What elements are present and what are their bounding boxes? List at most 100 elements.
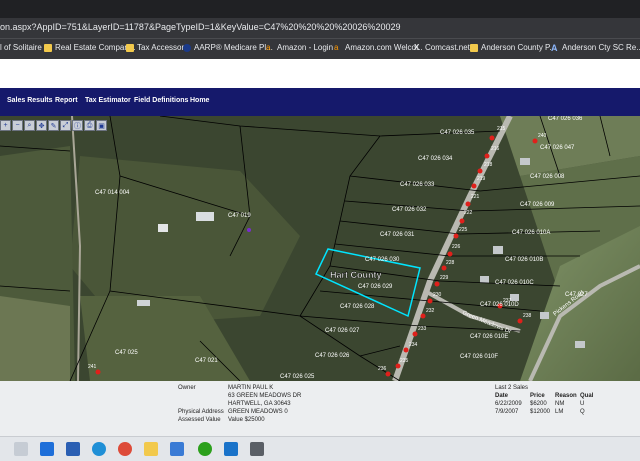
sales-title: Last 2 Sales [495,385,529,391]
marker-label: 232 [426,308,435,314]
anderson-icon: A [551,42,558,53]
measure-icon[interactable]: ✎ [48,120,59,131]
pan-icon[interactable]: ✥ [36,120,47,131]
sale-qual: U [580,401,585,407]
bookmark-label: Amazon - Login [277,43,334,52]
app-icon[interactable] [250,442,264,456]
task-view-icon[interactable] [14,442,28,456]
marker-label: 238 [523,313,532,319]
edge-icon[interactable] [92,442,106,456]
url-text: on.aspx?AppID=751&LayerID=11787&PageType… [0,22,401,32]
parcel-label: C47 026 032 [392,207,427,213]
sale-qual: Q [580,409,585,415]
parcel-label: C47 026 010E [470,334,508,340]
marker-label: 222 [464,210,473,216]
zoom-out-icon[interactable]: − [12,120,23,131]
bookmark-label: Amazon.com Welco... [345,43,423,52]
parcel-label: C47 026 029 [358,284,393,290]
magnify-icon[interactable]: ⌕ [24,120,35,131]
building [520,158,530,165]
clearing-area [0,296,70,381]
bookmark-anderson-sc[interactable]: A Anderson Cty SC Re... [551,43,640,52]
parcel-label: C47 026 010F [460,354,498,360]
sales-header-qual: Qual [580,393,594,399]
bookmark-label: l of Solitaire [0,43,42,52]
parcel-label: C47 026 026 [315,353,350,359]
marker-label: 226 [452,244,461,250]
map-canvas: 215 216 218 219 221 222 225 226 228 229 … [0,116,640,381]
amazon-icon: a [334,42,339,52]
nav-report[interactable]: Report [55,97,78,104]
bookmarks-bar: l of Solitaire Real Estate Compan... Tax… [0,38,640,59]
marker-label: 234 [409,342,418,348]
building [510,294,519,301]
building [480,276,489,283]
parcel-label: C47 026 034 [418,156,453,162]
parcel-label: C47 026 028 [340,304,375,310]
app-icon[interactable] [224,442,238,456]
owner-name: MARTIN PAUL K [228,385,274,391]
bookmark-real-estate[interactable]: Real Estate Compan... [44,43,135,52]
marker-label: 219 [477,176,486,182]
sale-reason: LM [555,409,564,415]
parcel-label: C47 026 010B [505,257,543,263]
full-extent-icon[interactable]: ⤢ [60,120,71,131]
parcel-label: C47 026 033 [400,182,435,188]
marker-label: 228 [446,260,455,266]
building [575,341,585,348]
owner-label: Owner [178,385,196,391]
zoom-in-icon[interactable]: + [0,120,11,131]
nav-tax-estimator[interactable]: Tax Estimator [85,97,131,104]
windows-taskbar [0,436,640,461]
folder-icon [126,43,134,52]
bookmark-tax-accessors[interactable]: Tax Accessors [126,43,188,52]
parcel-info-panel: Owner MARTIN PAUL K 63 GREEN MEADOWS DR … [0,381,640,436]
quickbooks-icon[interactable] [198,442,212,456]
assessed-value-label: Assessed Value [178,417,221,423]
folder-icon [470,43,478,52]
identify-icon[interactable]: ⓘ [72,120,83,131]
sale-price: $12000 [530,409,551,415]
bookmark-label: Real Estate Compan... [55,43,136,52]
bookmark-amazon-login[interactable]: a Amazon - Login [266,43,333,52]
bookmark-anderson-county[interactable]: Anderson County P... [470,43,556,52]
building [137,300,150,306]
owner-address-line1: 63 GREEN MEADOWS DR [228,393,302,399]
marker-label: 221 [471,194,480,200]
parcel-map[interactable]: 215 216 218 219 221 222 225 226 228 229 … [0,116,640,381]
parcel-label: C47 026 027 [325,328,360,334]
sales-header-date: Date [495,393,509,399]
marker-label: 235 [400,358,409,364]
marker-label: 230 [433,292,442,298]
print-icon[interactable]: ⎙ [84,120,95,131]
marker-label: 240 [538,133,547,139]
parcel-label: C47 026 035 [440,130,475,136]
outlook-icon[interactable] [40,442,54,456]
owner-address-line2: HARTWELL, GA 30643 [228,401,291,407]
bookmark-aarp[interactable]: AARP® Medicare Pl... [183,43,273,52]
save-icon[interactable]: ▣ [96,120,107,131]
chrome-icon[interactable] [118,442,132,456]
county-label: Hart County [330,270,382,280]
nav-field-definitions[interactable]: Field Definitions [134,97,188,104]
nav-sales-results[interactable]: Sales Results [7,97,53,104]
address-bar[interactable]: on.aspx?AppID=751&LayerID=11787&PageType… [0,18,640,38]
folder-icon [44,43,52,52]
store-icon[interactable] [170,442,184,456]
bookmark-label: Comcast.net [425,43,470,52]
assessed-value: Value $25000 [228,417,265,423]
physical-address-value: GREEN MEADOWS 0 [228,409,288,415]
word-icon[interactable] [66,442,80,456]
bookmark-solitaire[interactable]: l of Solitaire [0,43,42,52]
bookmark-amazon-welcome[interactable]: a Amazon.com Welco... [334,43,423,52]
marker-label: 236 [378,366,387,372]
sale-date: 7/9/2007 [495,409,519,415]
bookmark-comcast[interactable]: X Comcast.net [414,43,470,52]
file-explorer-icon[interactable] [144,442,158,456]
parcel-label: C47 026 047 [540,145,575,151]
sale-date: 6/22/2009 [495,401,522,407]
bookmark-label: Anderson Cty SC Re... [562,43,640,52]
nav-home[interactable]: Home [190,97,209,104]
building [196,212,214,221]
marker-label: 241 [88,364,97,370]
